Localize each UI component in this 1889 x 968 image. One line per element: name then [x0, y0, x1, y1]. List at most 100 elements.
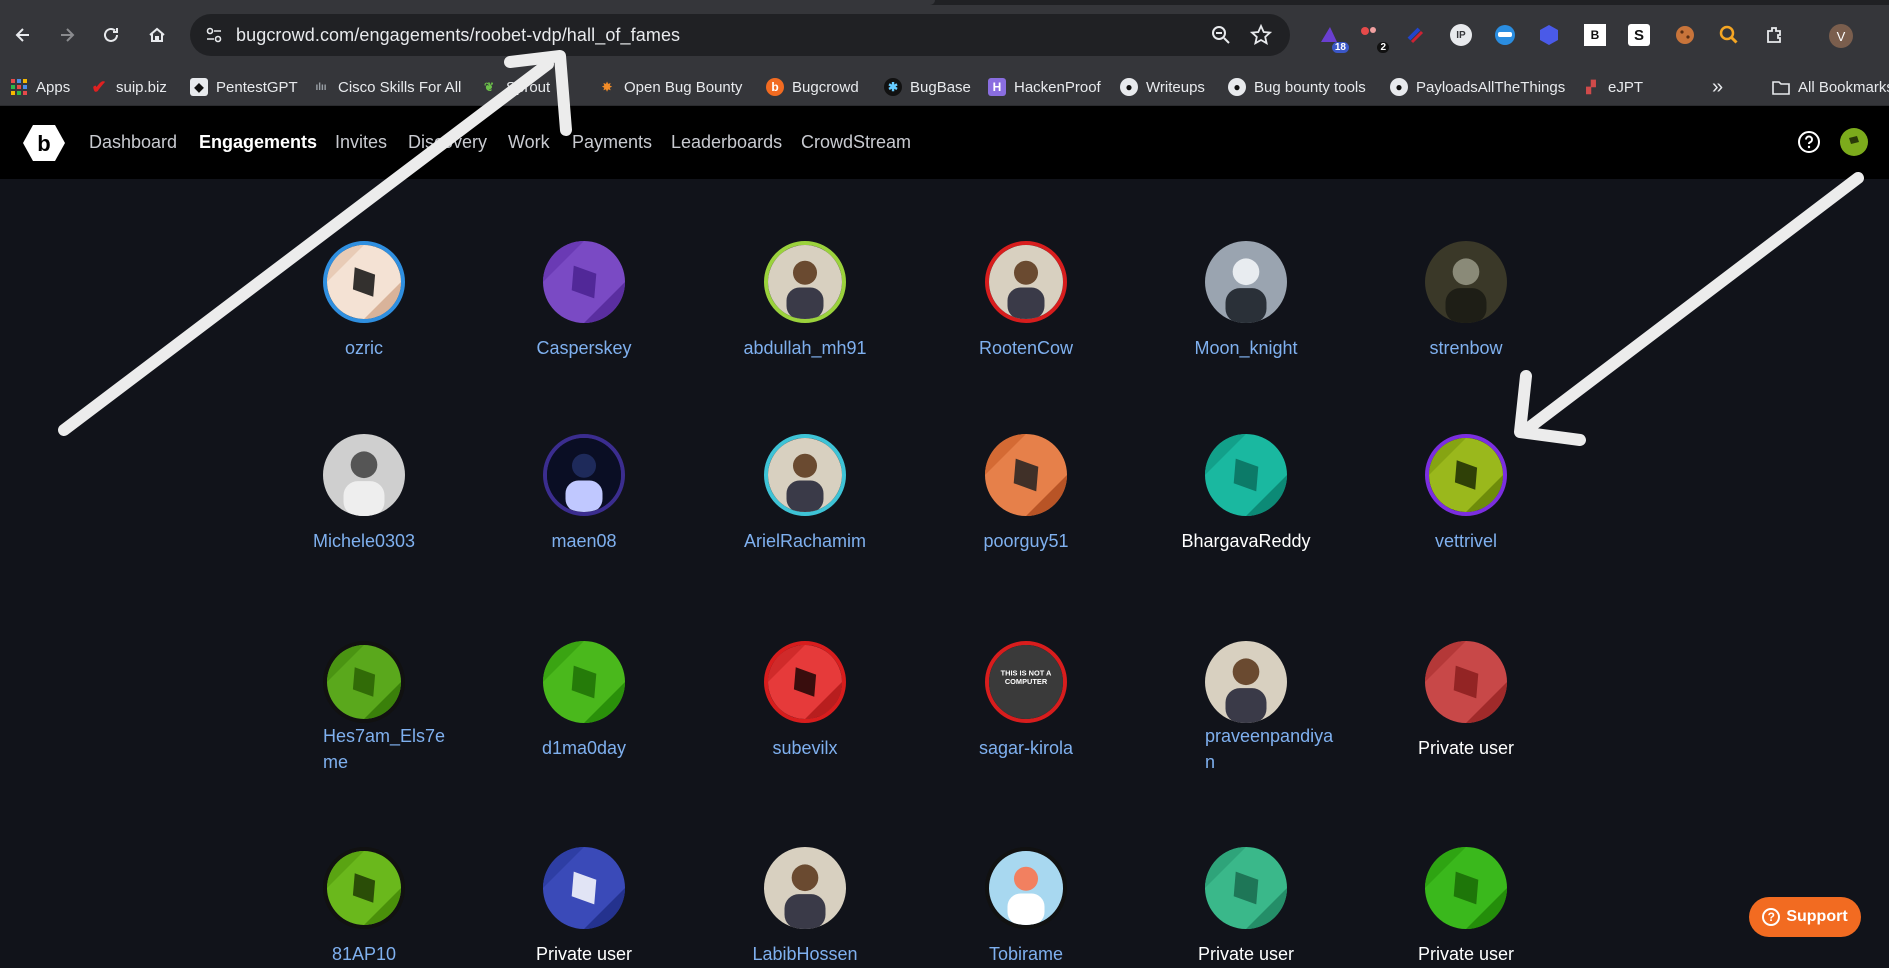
url-text[interactable]: bugcrowd.com/engagements/roobet-vdp/hall… [236, 25, 680, 46]
user-avatar[interactable] [764, 434, 846, 516]
user-name-link[interactable]: strenbow [1429, 335, 1502, 361]
bookmark-star-icon[interactable] [1249, 23, 1273, 46]
extension-s-icon[interactable]: S [1628, 24, 1650, 46]
user-name-link[interactable]: Casperskey [536, 335, 631, 361]
profile-avatar[interactable]: V [1829, 24, 1853, 48]
user-avatar[interactable] [543, 241, 625, 323]
user-name-link: BhargavaReddy [1181, 531, 1311, 551]
user-name-link[interactable]: ArielRachamim [744, 528, 866, 554]
user-avatar[interactable]: THIS IS NOT A COMPUTER [985, 641, 1067, 723]
extension-b-icon[interactable]: B [1584, 24, 1606, 46]
user-avatar[interactable] [764, 641, 846, 723]
user-name-link[interactable]: Hes7am_Els7eme [323, 723, 453, 775]
tab-strip [0, 0, 1889, 5]
address-bar[interactable]: bugcrowd.com/engagements/roobet-vdp/hall… [190, 14, 1290, 56]
bookmarks-overflow-button[interactable]: » [1712, 76, 1723, 98]
nav-payments[interactable]: Payments [572, 132, 652, 153]
bookmark-cisco[interactable]: ılıı Cisco Skills For All [312, 76, 461, 98]
nav-engagements[interactable]: Engagements [199, 132, 317, 153]
bookmark-writeups[interactable]: ● Writeups [1120, 76, 1205, 98]
user-name-link[interactable]: RootenCow [979, 335, 1073, 361]
user-name-link[interactable]: vettrivel [1435, 528, 1497, 554]
user-name-link[interactable]: 81AP10 [332, 941, 396, 967]
bookmark-apps[interactable]: Apps [10, 76, 70, 98]
user-name-link[interactable]: ozric [345, 335, 383, 361]
user-avatar[interactable] [1205, 847, 1287, 929]
bookmark-payloads[interactable]: ● PayloadsAllTheThings [1390, 76, 1565, 98]
reload-icon[interactable] [98, 22, 124, 48]
user-avatar[interactable] [1425, 241, 1507, 323]
user-avatar[interactable] [1205, 241, 1287, 323]
help-icon[interactable] [1797, 130, 1821, 154]
extension-wizard-icon[interactable]: 18 [1318, 24, 1349, 53]
nav-discovery[interactable]: Discovery [408, 132, 487, 153]
user-name-link[interactable]: LabibHossen [752, 941, 857, 967]
user-avatar[interactable] [323, 847, 405, 929]
extension-cookie-icon[interactable] [1674, 24, 1696, 46]
user-avatar[interactable] [1425, 847, 1507, 929]
user-name-link[interactable]: subevilx [772, 735, 837, 761]
user-avatar[interactable] [323, 434, 405, 516]
user-avatar[interactable] [543, 434, 625, 516]
user-avatar[interactable] [985, 241, 1067, 323]
user-avatar[interactable] [985, 847, 1067, 929]
user-name-link[interactable]: Moon_knight [1194, 335, 1297, 361]
user-avatar[interactable] [323, 241, 405, 323]
bugcrowd-logo[interactable]: b [22, 124, 66, 162]
user-avatar[interactable] [1205, 641, 1287, 723]
user-name-link: Private user [535, 944, 633, 964]
user-name-link[interactable]: abdullah_mh91 [743, 335, 866, 361]
support-button[interactable]: ? Support [1749, 897, 1861, 937]
nav-work[interactable]: Work [508, 132, 550, 153]
forward-icon[interactable] [54, 22, 80, 48]
bookmark-bugbase[interactable]: ✱ BugBase [884, 76, 971, 98]
active-tab[interactable] [0, 0, 935, 5]
nav-dashboard[interactable]: Dashboard [89, 132, 177, 153]
bookmark-bugbountytools[interactable]: ● Bug bounty tools [1228, 76, 1366, 98]
user-name-link[interactable]: praveenpandiyan [1205, 723, 1335, 775]
user-avatar[interactable] [985, 434, 1067, 516]
extension-dots-icon[interactable]: 2 [1358, 24, 1389, 53]
extension-ip-icon[interactable]: IP [1450, 24, 1472, 46]
extensions-puzzle-icon[interactable] [1764, 24, 1786, 46]
zoom-icon[interactable] [1210, 24, 1232, 46]
bookmark-sprout[interactable]: ❦ Sprout [480, 76, 550, 98]
bookmark-ejpt[interactable]: ▞ eJPT [1582, 76, 1643, 98]
user-avatar[interactable] [1425, 434, 1507, 516]
nav-invites[interactable]: Invites [335, 132, 387, 153]
user-avatar[interactable] [1425, 641, 1507, 723]
user-avatar[interactable] [764, 241, 846, 323]
user-avatar[interactable] [764, 847, 846, 929]
nav-crowdstream[interactable]: CrowdStream [801, 132, 911, 153]
back-icon[interactable] [10, 22, 36, 48]
user-name-link[interactable]: Tobirame [989, 941, 1063, 967]
user-name-link[interactable]: sagar-kirola [979, 735, 1073, 761]
nav-leaderboards[interactable]: Leaderboards [671, 132, 782, 153]
bookmark-label: suip.biz [116, 78, 167, 96]
user-avatar[interactable] [1840, 128, 1868, 156]
user-avatar[interactable] [543, 847, 625, 929]
extension-mask-icon[interactable] [1494, 24, 1516, 46]
user-name-link: Private user [1417, 944, 1515, 964]
user-avatar[interactable] [543, 641, 625, 723]
site-settings-icon[interactable] [204, 25, 224, 45]
bookmark-hackenproof[interactable]: H HackenProof [988, 76, 1101, 98]
extension-badge: 18 [1331, 42, 1349, 53]
home-icon[interactable] [144, 22, 170, 48]
bookmark-bugcrowd[interactable]: b Bugcrowd [766, 76, 859, 98]
user-name-link[interactable]: Michele0303 [313, 528, 415, 554]
extension-search-icon[interactable] [1718, 24, 1740, 46]
extension-hex-icon[interactable] [1538, 24, 1560, 46]
user-avatar[interactable] [1205, 434, 1287, 516]
extension-link-icon[interactable] [1404, 24, 1426, 46]
user-name-link[interactable]: poorguy51 [983, 528, 1068, 554]
user-avatar[interactable] [323, 641, 405, 723]
user-name-link[interactable]: d1ma0day [542, 735, 626, 761]
user-name-link[interactable]: maen08 [551, 528, 616, 554]
user-name-link: Private user [1197, 944, 1295, 964]
all-bookmarks-button[interactable]: All Bookmarks [1772, 76, 1889, 98]
github-icon: ● [1390, 78, 1408, 96]
bookmark-openbugbounty[interactable]: ✸ Open Bug Bounty [598, 76, 742, 98]
bookmark-pentestgpt[interactable]: ◆ PentestGPT [190, 76, 298, 98]
bookmark-suip[interactable]: ✔ suip.biz [90, 76, 167, 98]
